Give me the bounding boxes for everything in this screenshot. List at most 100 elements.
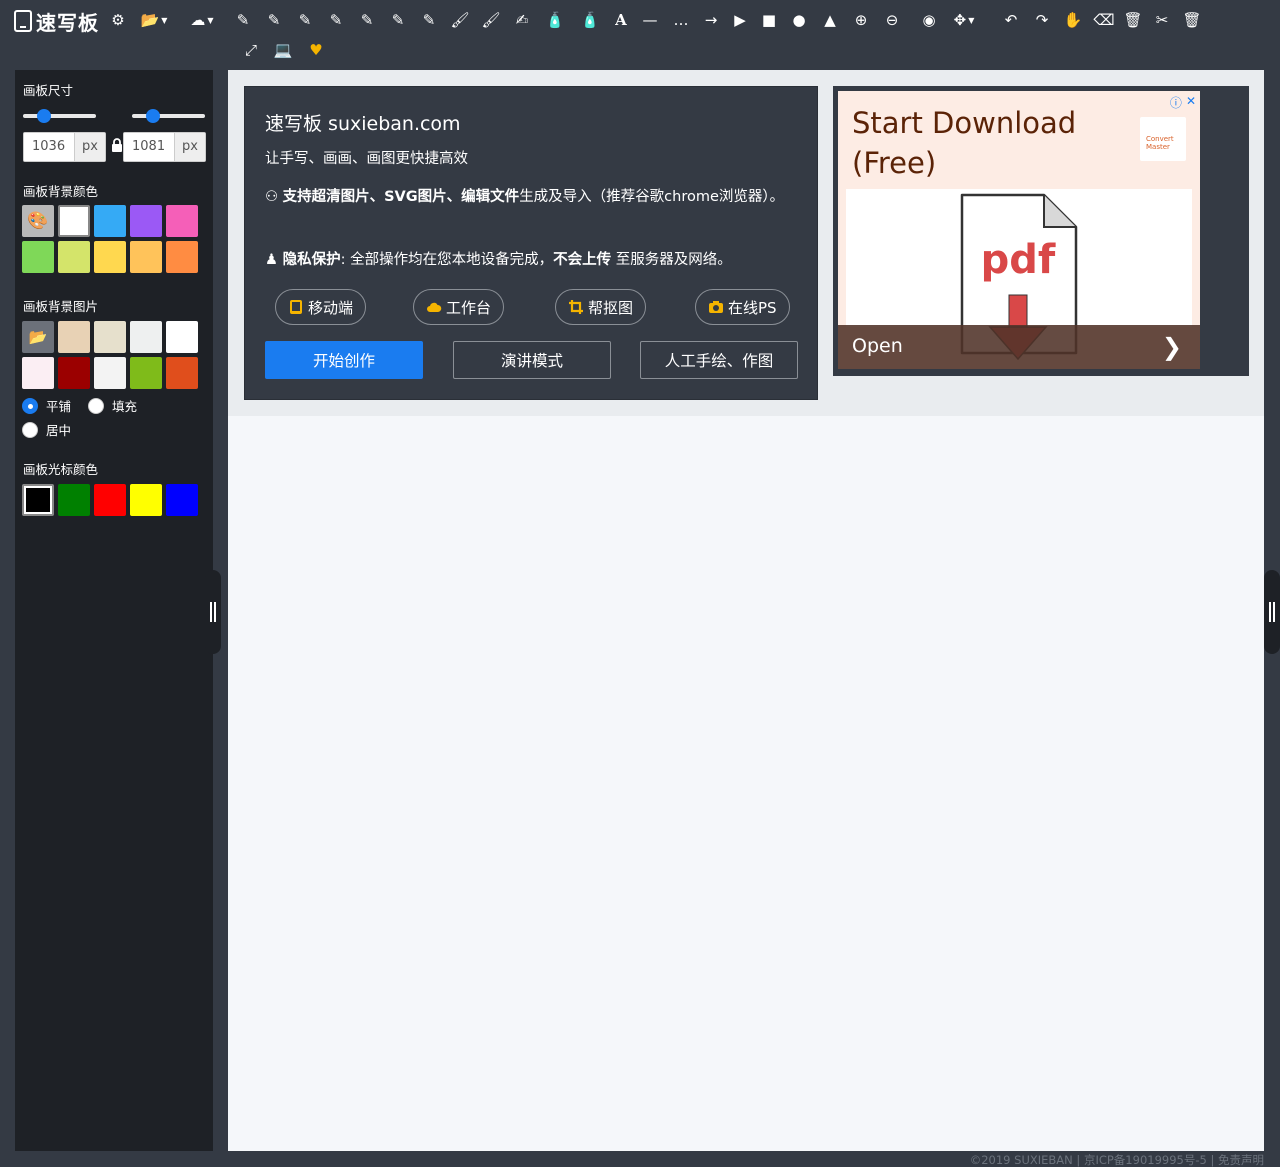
width-field[interactable]: 1036 px xyxy=(23,132,106,162)
info-icon[interactable]: ⓘ xyxy=(1170,94,1182,111)
bg-color-swatch-10[interactable] xyxy=(166,241,198,273)
mobile-pill[interactable]: 移动端 xyxy=(275,289,367,325)
cloud-download-icon[interactable]: ☁ ▼ xyxy=(186,8,218,32)
bg-image-swatch-3[interactable] xyxy=(94,321,126,353)
pencil-icon[interactable]: ✎ xyxy=(386,8,410,32)
move-icon[interactable]: ✥ ▼ xyxy=(948,8,980,32)
zoom-out-icon[interactable]: ⊖ xyxy=(880,8,904,32)
radio-tile[interactable] xyxy=(22,397,38,414)
lock-icon[interactable] xyxy=(111,138,123,152)
bg-image-swatch-9[interactable] xyxy=(130,357,162,389)
bg-color-swatch-4[interactable] xyxy=(130,205,162,237)
radio-fill-option[interactable]: 填充 xyxy=(88,396,137,415)
hand-icon[interactable]: ✋ xyxy=(1061,8,1085,32)
pencil-icon[interactable]: ✎ xyxy=(293,8,317,32)
bg-image-swatch-4[interactable] xyxy=(130,321,162,353)
bg-color-swatch-7[interactable] xyxy=(58,241,90,273)
circle-icon[interactable]: ● xyxy=(787,8,811,32)
radio-center-option[interactable]: 居中 xyxy=(22,420,71,439)
bg-color-swatch-6[interactable] xyxy=(22,241,54,273)
trash-icon[interactable]: 🗑 xyxy=(1180,8,1204,32)
zoom-in-icon[interactable]: ⊕ xyxy=(849,8,873,32)
bg-image-swatch-7[interactable] xyxy=(58,357,90,389)
heart-icon[interactable]: ♥ xyxy=(304,38,328,62)
footer-text[interactable]: ©2019 SUXIEBAN | 京ICP备19019995号-5 | 免责声明 xyxy=(970,1152,1264,1167)
target-icon[interactable]: ◉ xyxy=(917,8,941,32)
ad-title[interactable]: Start Download (Free) xyxy=(852,103,1122,183)
cursor-color-swatch-1[interactable] xyxy=(22,484,54,516)
pencil-icon[interactable]: ✎ xyxy=(417,8,441,32)
bg-color-swatch-5[interactable] xyxy=(166,205,198,237)
spray-icon[interactable]: 🧴 xyxy=(578,8,602,32)
marker-icon[interactable]: ✍ xyxy=(510,8,534,32)
presentation-mode-button[interactable]: 演讲模式 xyxy=(453,341,611,379)
height-field[interactable]: 1081 px xyxy=(123,132,206,162)
close-icon[interactable]: ✕ xyxy=(1186,94,1196,111)
text-icon[interactable]: A xyxy=(609,8,633,32)
drawing-canvas[interactable]: 速写板 suxieban.com 让手写、画画、画图更快捷高效 ⚇ 支持超清图片… xyxy=(228,70,1264,1151)
pencil-icon[interactable]: ✎ xyxy=(324,8,348,32)
cursor-color-swatch-4[interactable] xyxy=(130,484,162,516)
radio-fill[interactable] xyxy=(88,397,104,414)
eraser-icon[interactable]: ⌫ xyxy=(1092,8,1116,32)
cutout-pill[interactable]: 帮抠图 xyxy=(555,289,647,325)
dotted-line-icon[interactable]: … xyxy=(669,8,693,32)
bg-image-swatch-8[interactable] xyxy=(94,357,126,389)
trash-icon[interactable]: 🗑 xyxy=(1121,8,1145,32)
pencil-icon[interactable]: ✎ xyxy=(231,8,255,32)
bg-color-swatch-1[interactable]: 🎨 xyxy=(22,205,54,237)
caret-down-icon[interactable]: ▼ xyxy=(207,16,213,25)
bg-image-swatch-10[interactable] xyxy=(166,357,198,389)
height-slider-knob[interactable] xyxy=(146,109,160,123)
start-create-button[interactable]: 开始创作 xyxy=(265,341,423,379)
line-icon[interactable]: — xyxy=(638,8,662,32)
right-collapse-handle[interactable] xyxy=(1264,570,1280,654)
cursor-color-swatch-2[interactable] xyxy=(58,484,90,516)
pencil-icon[interactable]: ✎ xyxy=(355,8,379,32)
paintbrush-icon[interactable]: 🖌 xyxy=(448,8,472,32)
laptop-icon[interactable]: 💻 xyxy=(271,38,295,62)
bg-color-swatch-9[interactable] xyxy=(130,241,162,273)
radio-tile-option[interactable]: 平铺 xyxy=(22,396,71,415)
bg-image-swatch-5[interactable] xyxy=(166,321,198,353)
width-slider-knob[interactable] xyxy=(37,109,51,123)
paintbrush-icon[interactable]: 🖌 xyxy=(479,8,503,32)
fullscreen-icon[interactable]: ⤢ xyxy=(239,38,263,62)
bg-image-swatch-1[interactable]: 📂 xyxy=(22,321,54,353)
ad-open-label[interactable]: Open xyxy=(852,335,903,357)
folder-open-icon[interactable]: 📂 ▼ xyxy=(138,8,170,32)
manual-drawing-button[interactable]: 人工手绘、作图 xyxy=(640,341,798,379)
redo-icon[interactable]: ↷ xyxy=(1030,8,1054,32)
bg-color-swatch-2[interactable] xyxy=(58,205,90,237)
left-collapse-handle[interactable] xyxy=(205,570,221,654)
width-value[interactable]: 1036 xyxy=(24,133,74,161)
arrow-right-icon[interactable]: → xyxy=(699,8,723,32)
radio-center[interactable] xyxy=(22,421,38,438)
caret-down-icon[interactable]: ▼ xyxy=(968,16,974,25)
scissors-icon[interactable]: ✂ xyxy=(1150,8,1174,32)
width-slider[interactable] xyxy=(23,109,96,123)
workbench-pill[interactable]: 工作台 xyxy=(413,289,505,325)
spray-icon[interactable]: 🧴 xyxy=(543,8,567,32)
cursor-color-swatch-5[interactable] xyxy=(166,484,198,516)
bg-image-swatch-6[interactable] xyxy=(22,357,54,389)
app-logo[interactable]: 速写板 xyxy=(14,8,99,35)
square-icon[interactable]: ■ xyxy=(757,8,781,32)
play-icon[interactable]: ▶ xyxy=(728,8,752,32)
online-ps-pill[interactable]: 在线PS xyxy=(695,289,790,325)
caret-down-icon[interactable]: ▼ xyxy=(161,16,167,25)
chevron-right-icon[interactable]: ❯ xyxy=(1162,333,1182,361)
shapes-icon[interactable]: ▲ xyxy=(818,8,842,32)
height-slider[interactable] xyxy=(132,109,205,123)
pencil-icon[interactable]: ✎ xyxy=(262,8,286,32)
cursor-color-swatch-3[interactable] xyxy=(94,484,126,516)
ad-open-bar[interactable]: Open ❯ xyxy=(838,325,1200,369)
ad-banner[interactable]: Start Download (Free) Convert Master ⓘ ✕… xyxy=(838,91,1200,369)
bg-image-swatch-2[interactable] xyxy=(58,321,90,353)
ad-logo[interactable]: Convert Master xyxy=(1140,117,1186,161)
undo-icon[interactable]: ↶ xyxy=(999,8,1023,32)
bg-color-swatch-3[interactable] xyxy=(94,205,126,237)
gear-icon[interactable]: ⚙ xyxy=(106,8,130,32)
bg-color-swatch-8[interactable] xyxy=(94,241,126,273)
height-value[interactable]: 1081 xyxy=(124,133,174,161)
